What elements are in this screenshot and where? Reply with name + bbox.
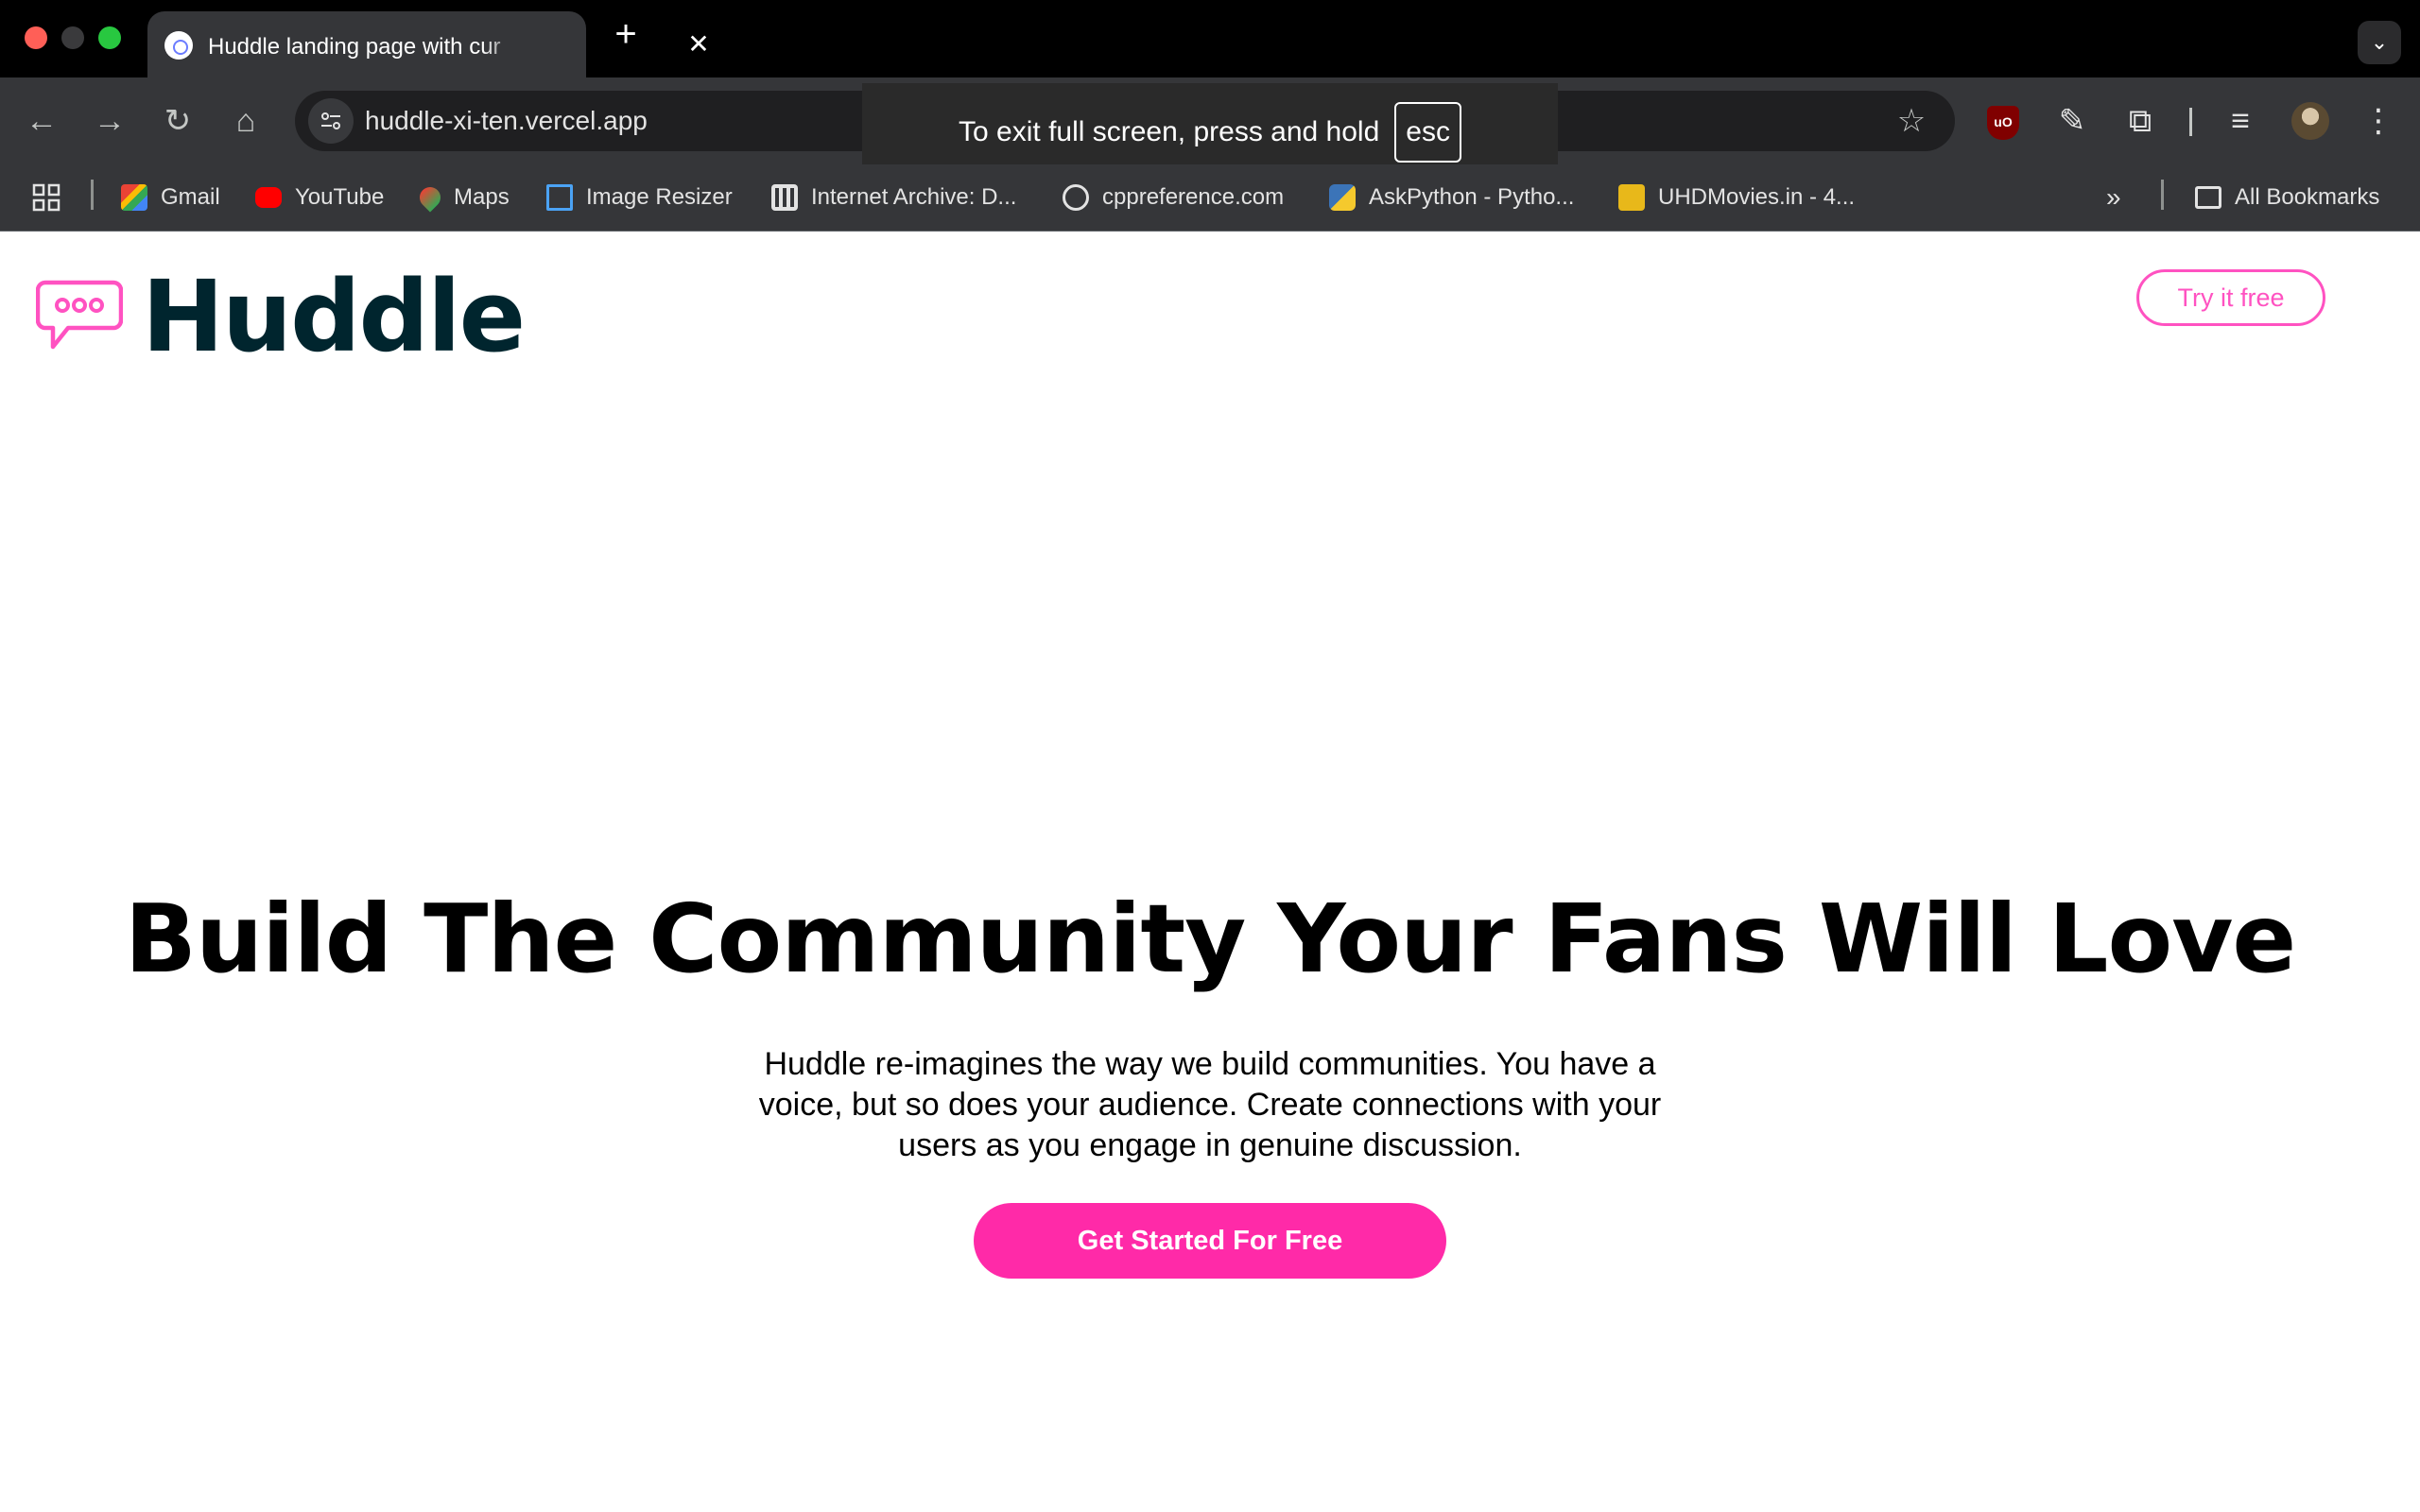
bookmark-label: AskPython - Pytho... bbox=[1369, 184, 1575, 210]
gmail-icon bbox=[121, 184, 147, 211]
hero-title: Build The Community Your Fans Will Love bbox=[124, 884, 2296, 994]
extensions-puzzle-icon[interactable]: ⧉ bbox=[2118, 98, 2163, 144]
chat-bubble-logo-icon bbox=[36, 280, 123, 350]
bookmark-label: Internet Archive: D... bbox=[811, 184, 1017, 210]
all-bookmarks-label: All Bookmarks bbox=[2235, 184, 2380, 210]
bookmark-label: UHDMovies.in - 4... bbox=[1658, 184, 1856, 210]
bookmark-label: YouTube bbox=[295, 184, 385, 210]
fullscreen-toast-message: To exit full screen, press and hold bbox=[959, 116, 1380, 147]
tab-close-icon[interactable]: ✕ bbox=[684, 30, 713, 59]
browser-titlebar: Huddle landing page with cur ✕ + ⌄ bbox=[0, 0, 2420, 77]
bookmark-youtube[interactable]: YouTube bbox=[255, 181, 384, 214]
tab-title: Huddle landing page with cur bbox=[208, 34, 501, 60]
back-arrow-icon[interactable]: ← bbox=[21, 100, 62, 142]
huddle-landing-page: Huddle Try it free Build The Community Y… bbox=[0, 232, 2420, 1512]
folder-icon bbox=[2195, 186, 2221, 209]
close-window-button[interactable] bbox=[25, 26, 47, 49]
bookmark-uhdmovies[interactable]: UHDMovies.in - 4... bbox=[1618, 181, 1855, 214]
image-resizer-icon bbox=[546, 184, 573, 211]
bookmark-label: Maps bbox=[454, 184, 510, 210]
apps-grid-icon[interactable] bbox=[32, 181, 60, 214]
logo-wordmark: Huddle bbox=[142, 259, 526, 374]
forward-arrow-icon[interactable]: → bbox=[89, 100, 130, 142]
new-tab-button[interactable]: + bbox=[609, 15, 643, 53]
reload-icon[interactable]: ↻ bbox=[157, 100, 199, 142]
all-bookmarks-folder[interactable]: All Bookmarks bbox=[2195, 181, 2379, 214]
bookmark-askpython[interactable]: AskPython - Pytho... bbox=[1329, 181, 1574, 214]
internet-archive-icon bbox=[771, 184, 798, 211]
toolbar-divider bbox=[2189, 108, 2192, 136]
bookmark-gmail[interactable]: Gmail bbox=[121, 181, 220, 214]
bookmark-label: Gmail bbox=[161, 184, 220, 210]
bookmarks-bar: Gmail YouTube Maps Image Resizer Interne… bbox=[0, 164, 2420, 231]
bookmarks-divider bbox=[91, 180, 94, 210]
site-info-icon[interactable] bbox=[308, 98, 354, 144]
ublock-origin-icon[interactable]: uO bbox=[1987, 106, 2019, 140]
profile-avatar[interactable] bbox=[2291, 102, 2329, 140]
url-text[interactable]: huddle-xi-ten.vercel.app bbox=[365, 106, 648, 136]
browser-tab[interactable]: Huddle landing page with cur ✕ bbox=[147, 11, 710, 77]
fullscreen-window-button[interactable] bbox=[98, 26, 121, 49]
maps-icon bbox=[415, 182, 445, 213]
eyedropper-extension-icon[interactable]: ✎ bbox=[2049, 98, 2095, 144]
youtube-icon bbox=[255, 187, 282, 208]
hero-description: Huddle re-imagines the way we build comm… bbox=[758, 1046, 1662, 1163]
media-controls-icon[interactable]: ≡ bbox=[2218, 98, 2263, 144]
try-it-free-button[interactable]: Try it free bbox=[2136, 269, 2325, 326]
bookmark-image-resizer[interactable]: Image Resizer bbox=[546, 181, 733, 214]
more-menu-icon[interactable]: ⋮ bbox=[2356, 98, 2401, 144]
get-started-button[interactable]: Get Started For Free bbox=[974, 1203, 1446, 1279]
uhdmovies-icon bbox=[1618, 184, 1645, 211]
bookmark-cppreference[interactable]: cppreference.com bbox=[1063, 181, 1284, 214]
home-icon[interactable]: ⌂ bbox=[225, 100, 267, 142]
bookmark-label: Image Resizer bbox=[586, 184, 733, 210]
askpython-icon bbox=[1329, 184, 1356, 211]
esc-key-label: esc bbox=[1394, 102, 1461, 163]
huddle-logo[interactable]: Huddle bbox=[36, 259, 526, 374]
bookmark-label: cppreference.com bbox=[1102, 184, 1285, 210]
vercel-favicon-icon bbox=[164, 31, 193, 60]
tab-search-chevron-icon[interactable]: ⌄ bbox=[2358, 21, 2401, 64]
minimize-window-button[interactable] bbox=[61, 26, 84, 49]
bookmark-maps[interactable]: Maps bbox=[415, 181, 510, 214]
cppreference-icon bbox=[1063, 184, 1089, 211]
more-bookmarks-chevron-icon[interactable]: » bbox=[2106, 181, 2121, 214]
bookmarks-divider bbox=[2161, 180, 2164, 210]
bookmark-internet-archive[interactable]: Internet Archive: D... bbox=[771, 181, 1016, 214]
bookmark-star-icon[interactable]: ☆ bbox=[1893, 102, 1930, 140]
